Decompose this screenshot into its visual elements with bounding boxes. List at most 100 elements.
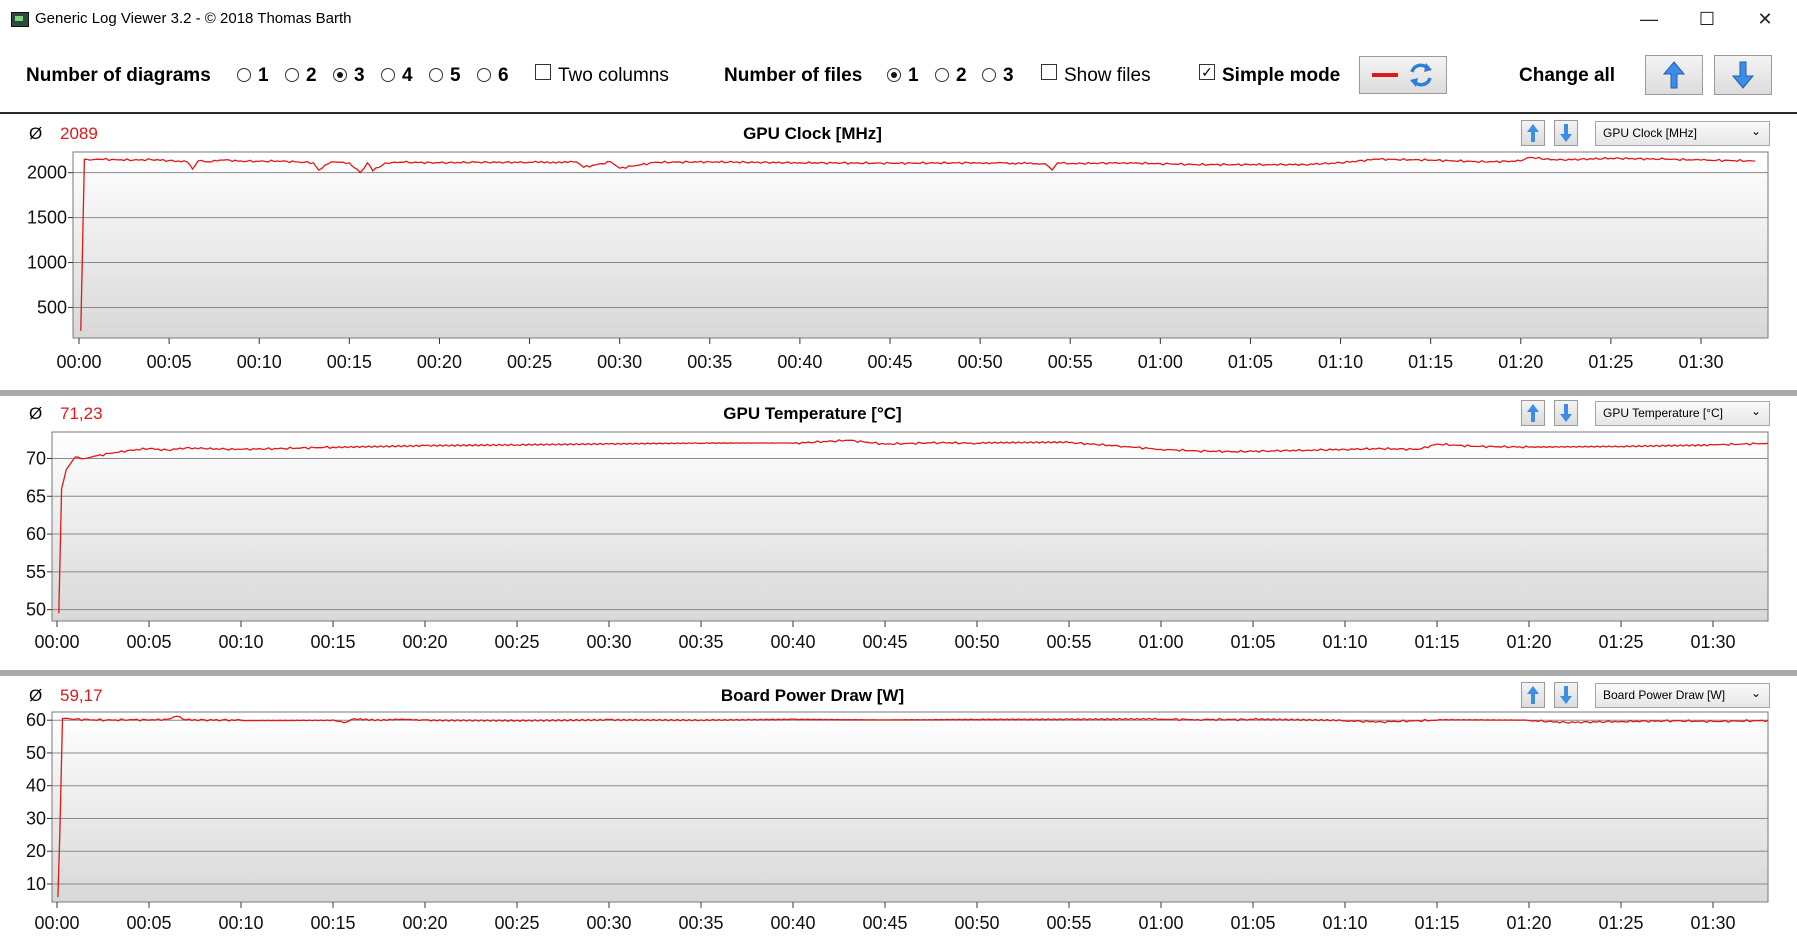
window-title: Generic Log Viewer 3.2 - © 2018 Thomas B… [35, 10, 352, 27]
x-tick-label: 01:25 [1588, 352, 1633, 372]
y-tick-label: 55 [26, 562, 46, 582]
toolbar: Number of diagrams 1 2 3 4 5 6 Two colum… [0, 40, 1797, 113]
change-all-up-button[interactable] [1645, 55, 1703, 95]
x-tick-label: 01:00 [1138, 913, 1183, 933]
simple-mode-label: Simple mode [1222, 65, 1341, 86]
diagram-panel-1: Ø 2089 GPU Clock [MHz] GPU Clock [MHz] ⌄… [0, 114, 1797, 390]
number-of-files-label: Number of files [724, 65, 863, 86]
x-tick-label: 00:15 [327, 352, 372, 372]
x-tick-label: 00:30 [586, 632, 631, 652]
y-tick-label: 65 [26, 486, 46, 506]
plot-area [72, 151, 1769, 339]
x-tick-label: 01:25 [1598, 632, 1643, 652]
y-tick-label: 60 [26, 524, 46, 544]
y-tick-label: 20 [26, 841, 46, 861]
files-option-3-label: 3 [1003, 65, 1014, 86]
x-tick-label: 00:45 [862, 913, 907, 933]
two-columns-label: Two columns [558, 65, 669, 86]
plot-area [51, 431, 1769, 622]
diagrams-radio-2[interactable] [285, 68, 299, 82]
x-tick-label: 01:15 [1414, 913, 1459, 933]
arrow-down-icon [1731, 61, 1755, 89]
x-tick-label: 01:30 [1690, 913, 1735, 933]
change-all-down-button[interactable] [1714, 55, 1772, 95]
x-tick-label: 01:00 [1138, 352, 1183, 372]
diagram-panel-3: Ø 59,17 Board Power Draw [W] Board Power… [0, 676, 1797, 952]
two-columns-checkbox[interactable] [535, 64, 551, 80]
files-radio-3[interactable] [982, 68, 996, 82]
x-tick-label: 01:15 [1408, 352, 1453, 372]
x-tick-label: 01:15 [1414, 632, 1459, 652]
x-tick-label: 00:45 [862, 632, 907, 652]
x-tick-label: 00:50 [954, 632, 999, 652]
diagrams-option-4-label: 4 [402, 65, 413, 86]
diagrams-radio-3[interactable] [333, 68, 347, 82]
diagrams-radio-5[interactable] [429, 68, 443, 82]
x-tick-label: 00:25 [507, 352, 552, 372]
y-tick-label: 10 [26, 874, 46, 894]
minimize-button[interactable]: — [1620, 0, 1678, 38]
y-tick-label: 30 [26, 808, 46, 828]
diagrams-radio-1[interactable] [237, 68, 251, 82]
x-tick-label: 00:25 [494, 913, 539, 933]
x-tick-label: 00:20 [417, 352, 462, 372]
x-tick-label: 00:00 [34, 913, 79, 933]
diagrams-option-3-label: 3 [354, 65, 365, 86]
x-tick-label: 00:10 [218, 913, 263, 933]
x-tick-label: 00:50 [958, 352, 1003, 372]
x-tick-label: 01:30 [1690, 632, 1735, 652]
board-power-chart: 10 20 30 40 50 60 00:00 00:05 00:10 00:15 00:20 00:… [26, 710, 1769, 933]
x-tick-label: 00:20 [402, 913, 447, 933]
x-tick-label: 00:00 [34, 632, 79, 652]
files-radio-2[interactable] [935, 68, 949, 82]
line-style-button[interactable] [1359, 56, 1447, 94]
x-tick-label: 00:25 [494, 632, 539, 652]
x-tick-label: 00:55 [1046, 913, 1091, 933]
red-line-icon [1372, 63, 1432, 87]
x-tick-label: 00:05 [126, 632, 171, 652]
x-tick-label: 01:10 [1322, 913, 1367, 933]
title-bar: Generic Log Viewer 3.2 - © 2018 Thomas B… [0, 0, 1797, 38]
x-tick-label: 00:00 [56, 352, 101, 372]
gpu-clock-chart: 500 1000 1500 2000 00:00 00:05 00:10 00:15 00:20… [27, 151, 1769, 372]
gpu-temperature-chart: 50 55 60 65 70 00:00 00:05 00:10 00:15 00:20 00:25… [26, 431, 1769, 652]
x-tick-label: 01:00 [1138, 632, 1183, 652]
x-tick-label: 00:35 [678, 913, 723, 933]
files-radio-1[interactable] [887, 68, 901, 82]
x-tick-label: 01:20 [1506, 632, 1551, 652]
x-tick-label: 01:20 [1498, 352, 1543, 372]
app-icon [11, 12, 29, 27]
diagrams-option-2-label: 2 [306, 65, 317, 86]
y-tick-label: 50 [26, 600, 46, 620]
x-tick-label: 00:10 [218, 632, 263, 652]
y-tick-label: 50 [26, 743, 46, 763]
x-tick-label: 00:30 [597, 352, 642, 372]
x-tick-label: 00:55 [1048, 352, 1093, 372]
diagrams-radio-6[interactable] [477, 68, 491, 82]
x-tick-label: 00:05 [147, 352, 192, 372]
x-tick-label: 00:40 [777, 352, 822, 372]
maximize-button[interactable]: ☐ [1678, 0, 1736, 38]
x-tick-label: 01:05 [1230, 632, 1275, 652]
diagrams-option-1-label: 1 [258, 65, 269, 86]
show-files-label: Show files [1064, 65, 1151, 86]
x-tick-label: 00:40 [770, 632, 815, 652]
y-tick-label: 70 [26, 448, 46, 468]
y-tick-label: 500 [37, 297, 67, 317]
files-option-1-label: 1 [908, 65, 919, 86]
change-all-label: Change all [1519, 65, 1616, 86]
show-files-checkbox[interactable] [1041, 64, 1057, 80]
x-tick-label: 00:15 [310, 632, 355, 652]
y-tick-label: 2000 [27, 163, 67, 183]
x-tick-label: 01:05 [1230, 913, 1275, 933]
close-button[interactable]: ✕ [1736, 0, 1794, 38]
x-tick-label: 00:30 [586, 913, 631, 933]
x-tick-label: 00:05 [126, 913, 171, 933]
simple-mode-checkbox[interactable]: ✓ [1199, 64, 1215, 80]
x-tick-label: 01:20 [1506, 913, 1551, 933]
diagrams-radio-4[interactable] [381, 68, 395, 82]
x-tick-label: 00:15 [310, 913, 355, 933]
x-tick-label: 00:35 [678, 632, 723, 652]
plot-area [51, 711, 1769, 903]
y-tick-label: 1000 [27, 253, 67, 273]
